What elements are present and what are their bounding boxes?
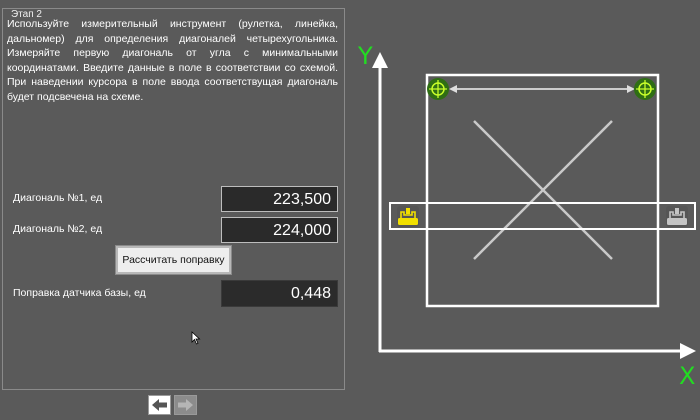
y-axis <box>372 52 388 352</box>
sensor-left-icon <box>397 206 419 227</box>
measurement-diagram <box>372 52 696 359</box>
crosshair-target-left-icon <box>427 78 449 100</box>
sensor-base-rail <box>389 202 696 230</box>
x-axis-label: X <box>679 362 696 390</box>
sensor-right-icon <box>666 206 688 227</box>
diagonals <box>473 120 613 260</box>
x-axis <box>379 343 696 359</box>
crosshair-target-right-icon <box>634 78 656 100</box>
measurement-arrow <box>449 85 635 93</box>
y-axis-label: Y <box>358 42 373 70</box>
